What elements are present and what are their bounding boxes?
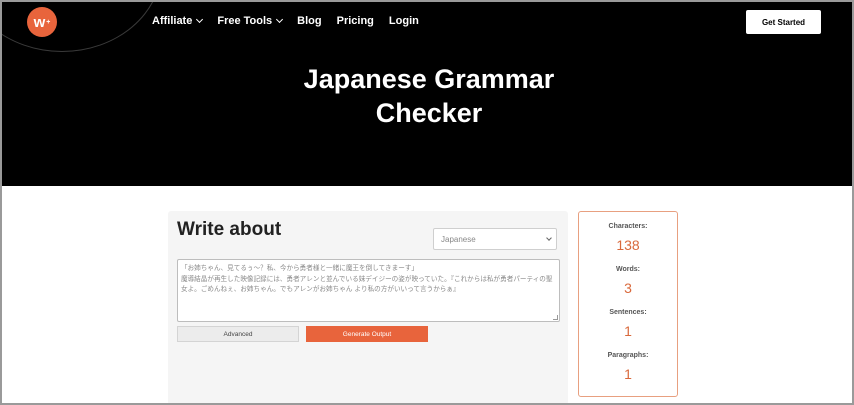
editor-panel: Write about Japanese 「お姉ちゃん、見てるぅ～？私、今から勇… [168,211,568,405]
stat-paragraphs-value: 1 [624,366,632,382]
resize-handle-icon[interactable] [553,315,558,320]
chevron-down-icon [546,235,552,241]
main-nav: Affiliate Free Tools Blog Pricing Login [152,15,419,27]
page-title-line-1: Japanese Grammar [303,64,555,94]
nav-free-tools-label: Free Tools [217,15,273,27]
nav-affiliate-label: Affiliate [152,15,193,27]
language-select-value: Japanese [441,235,476,244]
chevron-down-icon [196,15,204,24]
stat-words-value: 3 [624,280,632,296]
stat-sentences: Sentences: 1 [579,309,677,339]
chevron-down-icon [276,15,284,24]
nav-affiliate[interactable]: Affiliate [152,15,204,27]
nav-login-label: Login [388,15,419,27]
brand-logo[interactable]: w + [27,7,57,37]
stat-paragraphs: Paragraphs: 1 [579,352,677,382]
generate-output-button[interactable]: Generate Output [306,326,428,342]
stat-characters-value: 138 [616,237,640,253]
nav-blog-label: Blog [297,15,322,27]
stats-panel: Characters: 138 Words: 3 Sentences: 1 Pa… [578,211,678,397]
language-select[interactable]: Japanese [433,228,557,250]
stat-characters: Characters: 138 [579,223,677,253]
stat-characters-label: Characters: [608,223,648,230]
nav-pricing-label: Pricing [336,15,374,27]
stat-sentences-value: 1 [624,323,632,339]
editor-title: Write about [177,219,282,240]
nav-pricing[interactable]: Pricing [337,15,374,27]
hero-header: w + Affiliate Free Tools Blog Pricing Log… [2,2,852,186]
advanced-button[interactable]: Advanced [177,326,299,342]
decorative-arc [2,2,162,52]
logo-mark: + [46,18,51,26]
stat-paragraphs-label: Paragraphs: [607,352,649,359]
nav-blog[interactable]: Blog [297,15,321,27]
nav-free-tools[interactable]: Free Tools [217,15,284,27]
stat-sentences-label: Sentences: [609,309,647,316]
get-started-button[interactable]: Get Started [746,10,821,34]
page-title: Japanese Grammar Checker [4,62,852,130]
page-title-line-2: Checker [375,98,483,128]
text-input-area[interactable]: 「お姉ちゃん、見てるぅ～？私、今から勇者様と一緒に魔王を倒してきまーす」 魔導結… [177,259,560,322]
stat-words-label: Words: [616,266,640,273]
stat-words: Words: 3 [579,266,677,296]
logo-letter: w [33,13,46,31]
nav-login[interactable]: Login [389,15,419,27]
